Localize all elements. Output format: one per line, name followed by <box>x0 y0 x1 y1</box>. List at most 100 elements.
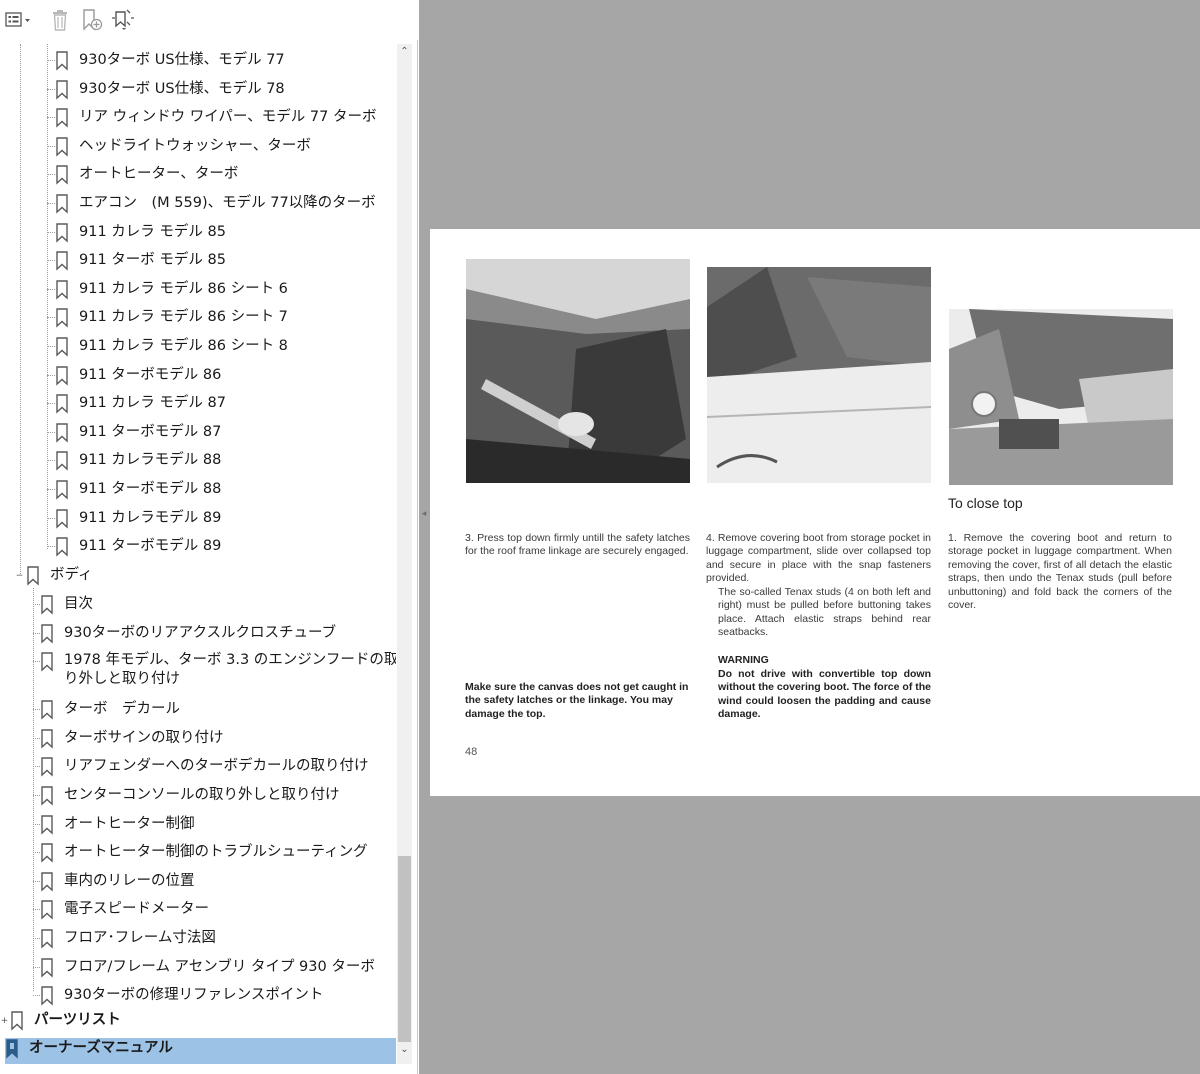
bookmark-label: オーナーズマニュアル <box>29 1040 173 1056</box>
bookmark-label: 911 カレラ モデル 87 <box>79 395 226 412</box>
bookmark-item[interactable]: 930ターボ US仕様、モデル 78 <box>55 79 285 105</box>
bookmark-item[interactable]: 911 カレラモデル 88 <box>55 450 221 476</box>
bookmark-item[interactable]: 電子スピードメーター <box>40 899 209 925</box>
section-heading: To close top <box>948 495 1023 511</box>
bookmark-tree: 930ターボ US仕様、モデル 77 930ターボ US仕様、モデル 78 リア ウ… <box>0 44 396 1064</box>
bookmark-item[interactable]: 930ターボの修理リファレンスポイント <box>40 985 323 1011</box>
bookmark-icon <box>41 843 53 863</box>
bookmark-label: リアフェンダーへのターボデカールの取り付け <box>64 758 369 775</box>
bookmark-item[interactable]: 930ターボのリアアクスルクロスチューブ <box>40 623 336 649</box>
bookmark-item[interactable]: オートヒーター制御のトラブルシューティング <box>40 842 368 868</box>
bookmark-label: フロア･フレーム寸法図 <box>64 930 216 946</box>
bookmark-item[interactable]: 車内のリレーの位置 <box>40 871 195 897</box>
bookmark-item[interactable]: 911 カレラモデル 89 <box>55 508 221 534</box>
bookmark-item[interactable]: リアフェンダーへのターボデカールの取り付け <box>40 756 369 782</box>
new-bookmark-button[interactable] <box>80 8 104 32</box>
bookmark-item[interactable]: ヘッドライトウォッシャー、ターボ <box>55 136 311 162</box>
bookmarks-panel: 930ターボ US仕様、モデル 77 930ターボ US仕様、モデル 78 リア ウ… <box>0 0 418 1074</box>
bookmark-icon <box>41 872 53 892</box>
bookmark-item[interactable]: フロア/フレーム アセンブリ タイプ 930 ターボ <box>40 957 375 983</box>
step-3-text: 3. Press top down firmly untill the safe… <box>465 532 690 558</box>
bookmark-item[interactable]: 911 ターボ モデル 85 <box>55 250 226 276</box>
bookmark-icon <box>56 480 68 500</box>
bookmark-icon <box>56 365 68 386</box>
bookmark-item[interactable]: 930ターボ US仕様、モデル 77 <box>55 50 285 76</box>
bookmark-item[interactable]: 1978 年モデル、ターボ 3.3 のエンジンフードの取り外しと取り付け <box>40 651 396 695</box>
bookmark-item[interactable]: 911 ターボモデル 86 <box>55 365 221 391</box>
options-menu-button[interactable] <box>4 8 34 32</box>
bookmarks-scrollbar[interactable]: ⌃ ⌄ <box>397 44 412 1064</box>
bookmark-item[interactable]: 911 ターボモデル 89 <box>55 536 221 562</box>
bookmark-item[interactable]: 911 カレラ モデル 87 <box>55 393 226 419</box>
bookmark-label: パーツリスト <box>34 1012 121 1028</box>
page-number: 48 <box>465 746 478 758</box>
warning-title: WARNING <box>718 654 769 666</box>
bookmark-label: 911 ターボ モデル 85 <box>79 252 226 269</box>
bookmark-icon <box>41 595 53 615</box>
bookmark-icon <box>56 451 68 471</box>
bookmark-item[interactable]: フロア･フレーム寸法図 <box>40 928 216 954</box>
bookmark-icon <box>56 337 68 357</box>
scroll-down-button[interactable]: ⌄ <box>397 1044 412 1058</box>
bookmark-icon <box>41 929 53 949</box>
bookmark-label: 911 ターボモデル 86 <box>79 366 222 383</box>
bookmark-label: エアコン (M 559)、モデル 77以降のターボ <box>79 195 376 211</box>
bookmark-label: センターコンソールの取り外しと取り付け <box>64 787 340 803</box>
options-menu-icon <box>5 12 30 27</box>
bookmark-item-owners-manual[interactable]: オーナーズマニュアル <box>5 1038 396 1064</box>
convertible-latch-photo <box>466 259 690 483</box>
collapse-toggle-icon[interactable]: − <box>15 572 24 581</box>
bookmark-item[interactable]: ターボ デカール <box>40 699 180 725</box>
bookmark-icon <box>56 251 68 271</box>
bookmark-item[interactable]: エアコン (M 559)、モデル 77以降のターボ <box>55 193 376 219</box>
bookmark-item[interactable]: 911 カレラ モデル 86 シート 8 <box>55 336 288 362</box>
bookmark-item[interactable]: オートヒーター、ターボ <box>55 164 238 190</box>
delete-bookmark-button[interactable] <box>48 8 72 32</box>
bookmark-item[interactable]: オートヒーター制御 <box>40 814 195 840</box>
bookmark-item[interactable]: 911 カレラ モデル 86 シート 7 <box>55 307 288 333</box>
bookmark-icon <box>41 786 53 806</box>
bookmark-label: フロア/フレーム アセンブリ タイプ 930 ターボ <box>64 958 375 975</box>
document-page: To close top 3. Press top down firmly un… <box>430 229 1200 796</box>
bookmark-label: リア ウィンドウ ワイパー、モデル 77 ターボ <box>79 109 377 126</box>
bookmark-label: ターボ デカール <box>64 701 180 718</box>
bookmark-icon <box>41 986 53 1006</box>
bookmark-item[interactable]: ターボサインの取り付け <box>40 728 224 754</box>
expand-bookmark-icon <box>112 9 134 30</box>
bookmark-label: 930ターボ US仕様、モデル 78 <box>79 80 285 97</box>
step-1-text: 1. Remove the covering boot and return t… <box>948 532 1172 612</box>
bookmark-label: 911 カレラモデル 89 <box>79 509 222 526</box>
bookmark-icon <box>11 1011 23 1031</box>
trash-icon <box>53 10 67 31</box>
bookmark-item[interactable]: 911 ターボモデル 88 <box>55 479 221 505</box>
bookmark-icon <box>56 79 68 100</box>
close-top-photo <box>949 309 1173 485</box>
covering-boot-photo <box>707 267 931 483</box>
bookmark-label: 電子スピードメーター <box>64 901 209 918</box>
bookmark-label: 911 カレラ モデル 86 シート 8 <box>79 338 288 354</box>
bookmark-item[interactable]: センターコンソールの取り外しと取り付け <box>40 785 340 811</box>
expand-toggle-icon[interactable]: + <box>0 1017 9 1026</box>
scroll-thumb[interactable] <box>398 856 411 1042</box>
bookmark-label: 911 カレラ モデル 86 シート 7 <box>79 309 288 326</box>
bookmark-icon <box>56 308 68 328</box>
bookmark-item[interactable]: 911 カレラ モデル 86 シート 6 <box>55 279 288 305</box>
bookmark-item[interactable]: 目次 <box>40 594 93 620</box>
collapse-panel-arrow-icon[interactable]: ◂ <box>419 504 429 524</box>
bookmark-item[interactable]: リア ウィンドウ ワイパー、モデル 77 ターボ <box>55 107 376 133</box>
bookmark-label: 911 カレラ モデル 86 シート 6 <box>79 280 288 297</box>
warning-text: Do not drive with convertible top down w… <box>718 668 931 721</box>
expand-bookmark-button[interactable] <box>110 8 136 32</box>
bookmark-icon <box>56 165 68 185</box>
bookmark-item[interactable]: 911 ターボモデル 87 <box>55 422 221 448</box>
bookmark-item-body[interactable]: ボディ <box>26 565 93 591</box>
new-bookmark-icon <box>83 9 103 31</box>
bookmark-label: 911 ターボモデル 89 <box>79 538 222 555</box>
bookmark-item-parts-list[interactable]: パーツリスト <box>10 1010 121 1036</box>
bookmark-label: ボディ <box>50 567 93 583</box>
scroll-up-button[interactable]: ⌃ <box>397 46 412 60</box>
bookmark-label: 911 ターボモデル 88 <box>79 481 222 497</box>
bookmark-label: 1978 年モデル、ターボ 3.3 のエンジンフードの取り外しと取り付け <box>64 652 396 688</box>
bookmark-item[interactable]: 911 カレラ モデル 85 <box>55 222 226 248</box>
bookmark-icon <box>56 51 68 71</box>
